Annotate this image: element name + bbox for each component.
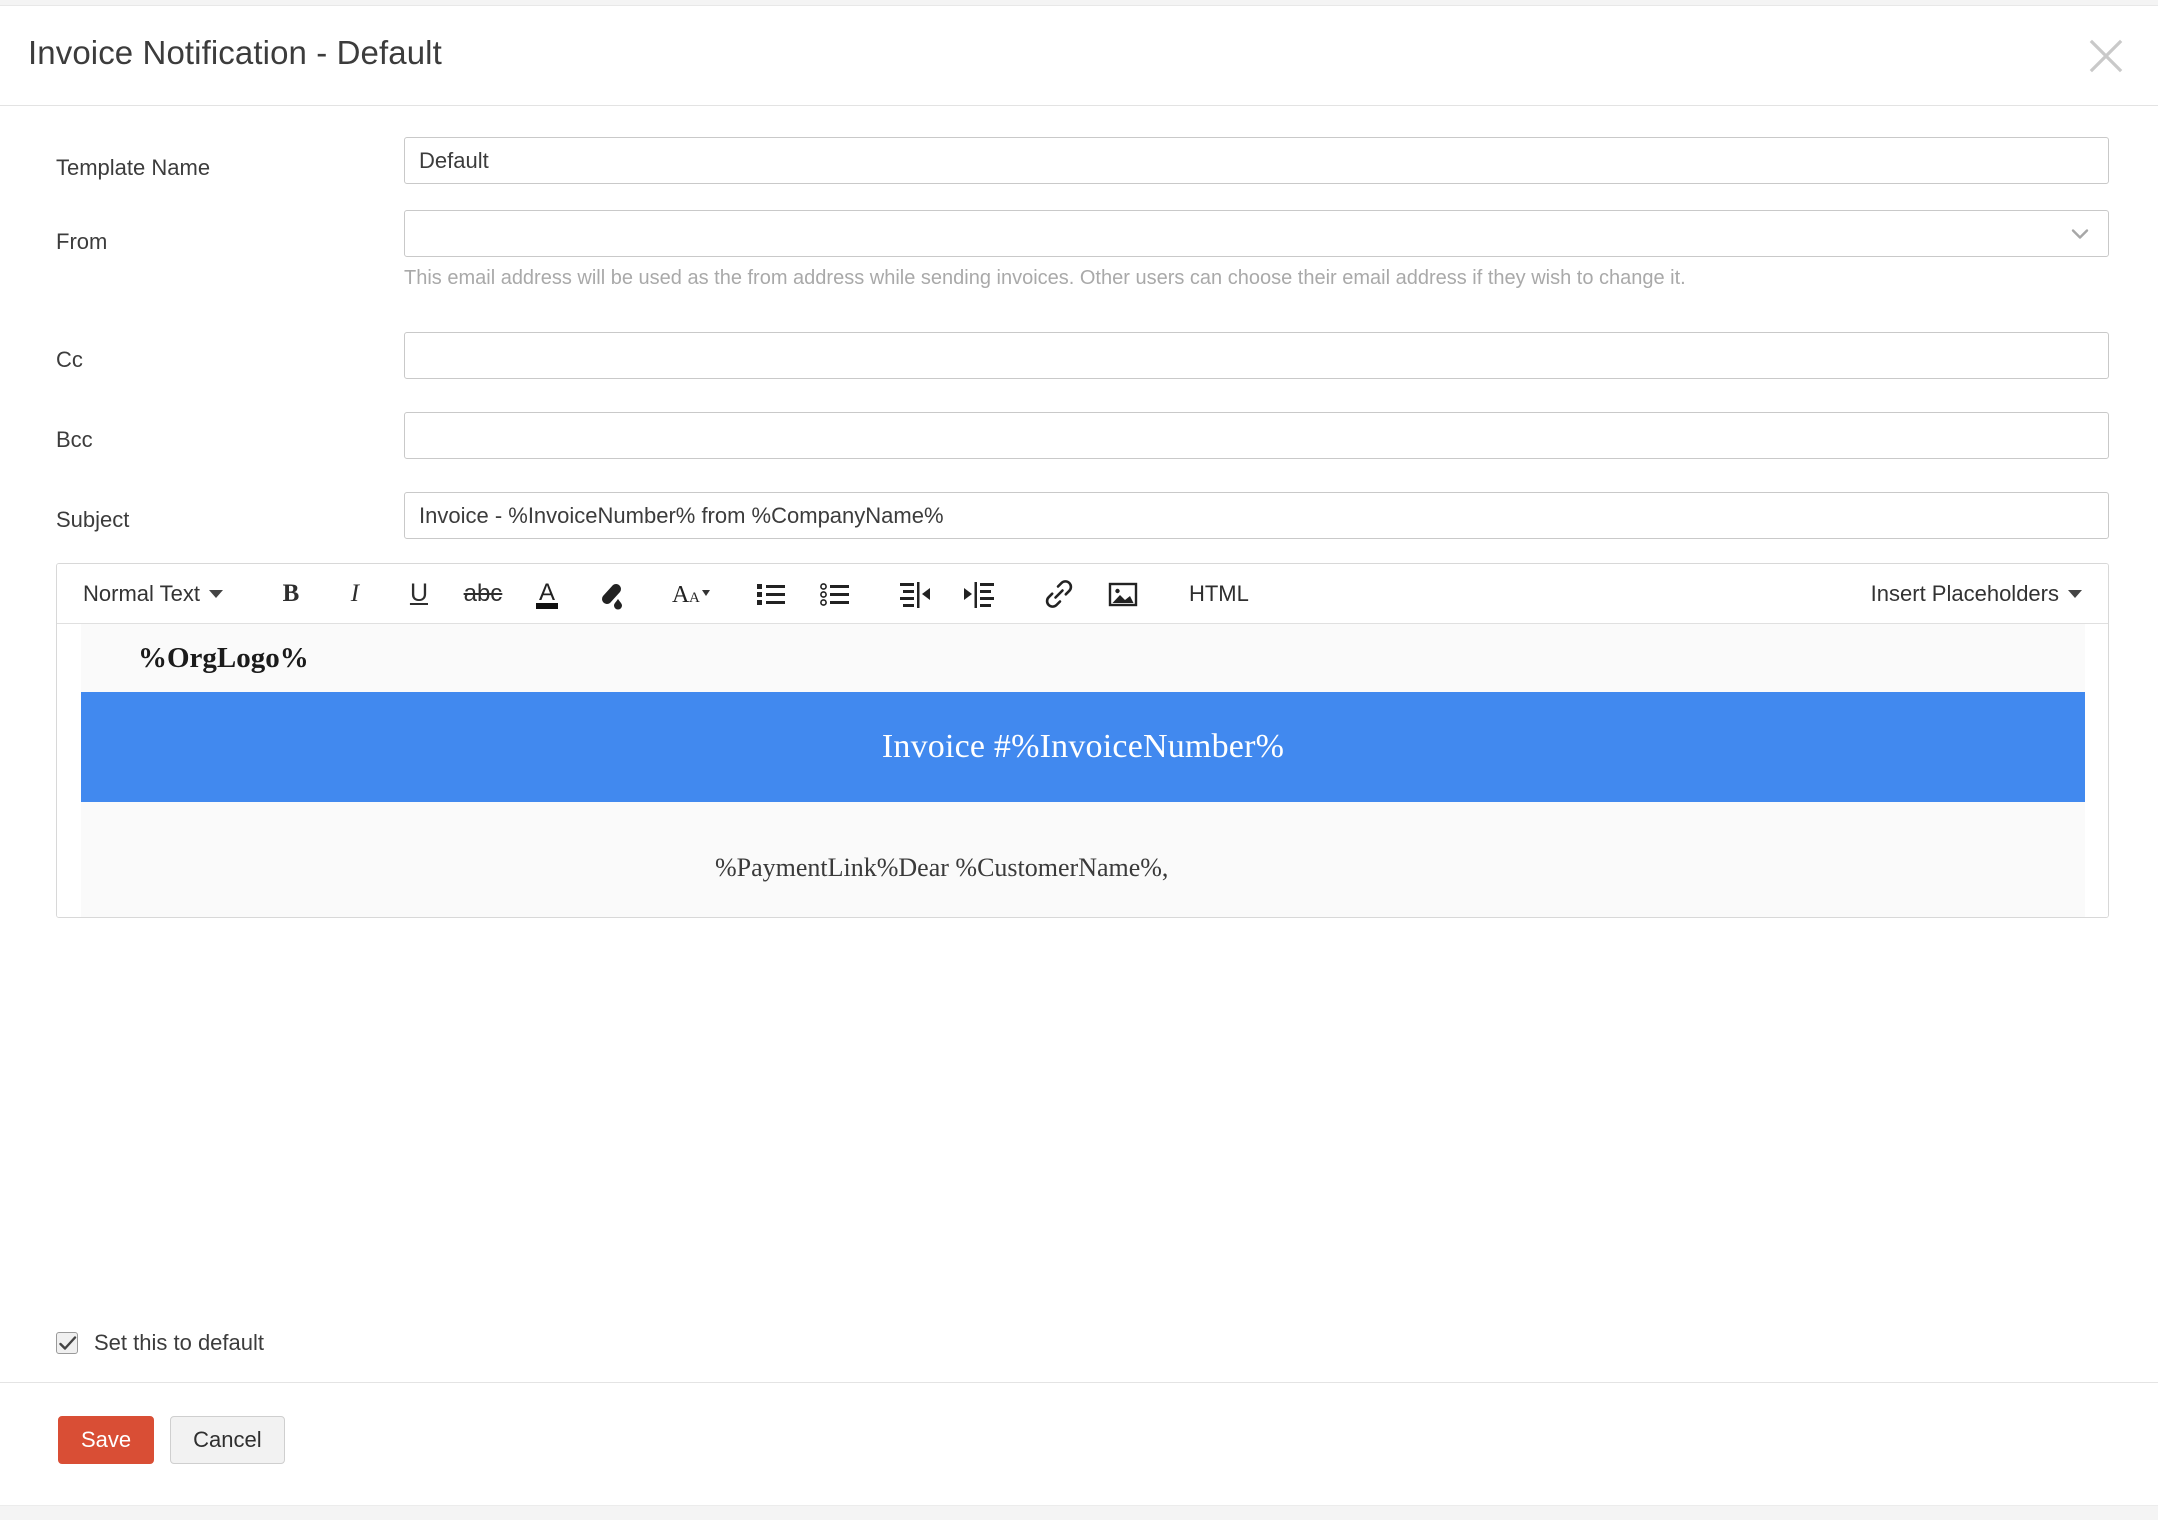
cc-label: Cc (56, 347, 83, 372)
rich-text-editor: Normal Text B I U abc A A A HTML Insert … (56, 563, 2109, 918)
set-default-label[interactable]: Set this to default (94, 1330, 264, 1356)
org-logo-placeholder: %OrgLogo% (138, 641, 309, 674)
strikethrough-button[interactable]: abc (457, 571, 509, 617)
insert-placeholders-dropdown[interactable]: Insert Placeholders (1871, 564, 2082, 624)
email-greeting: %PaymentLink%Dear %CustomerName%, (715, 853, 1169, 882)
dialog-header: Invoice Notification - Default (0, 6, 2158, 106)
dialog-actions: Save Cancel (58, 1416, 285, 1464)
html-source-button[interactable]: HTML (1179, 571, 1259, 617)
svg-text:A: A (689, 590, 700, 606)
svg-text:A: A (672, 582, 690, 608)
outdent-icon[interactable] (889, 571, 941, 617)
footer-divider (0, 1382, 2158, 1383)
indent-icon[interactable] (953, 571, 1005, 617)
field-row-from: From This email address will be used as … (0, 179, 2158, 309)
template-name-input[interactable] (404, 137, 2109, 184)
svg-text:A: A (539, 579, 555, 606)
field-row-template-name: Template Name (0, 107, 2158, 184)
window-bottom-strip (0, 1505, 2158, 1520)
bcc-label: Bcc (56, 427, 93, 452)
email-logo-band: %OrgLogo% (81, 624, 2085, 692)
bold-button[interactable]: B (265, 571, 317, 617)
highlight-color-icon[interactable] (585, 571, 637, 617)
cancel-button[interactable]: Cancel (170, 1416, 285, 1464)
italic-button[interactable]: I (329, 571, 381, 617)
field-row-cc: Cc (0, 309, 2158, 389)
email-banner-title: Invoice #%InvoiceNumber% (881, 728, 1285, 765)
insert-image-icon[interactable] (1097, 571, 1149, 617)
underline-button[interactable]: U (393, 571, 445, 617)
font-size-icon[interactable]: A A (665, 571, 717, 617)
from-select[interactable] (404, 210, 2109, 257)
text-style-dropdown[interactable]: Normal Text (83, 571, 229, 617)
cc-input[interactable] (404, 332, 2109, 379)
field-row-bcc: Bcc (0, 389, 2158, 469)
chevron-down-icon (2068, 590, 2082, 598)
chevron-down-icon (208, 589, 223, 598)
from-help-text: This email address will be used as the f… (404, 267, 1686, 289)
email-template-dialog: Invoice Notification - Default Template … (0, 0, 2158, 1520)
set-default-checkbox[interactable] (56, 1332, 78, 1354)
text-style-label: Normal Text (83, 580, 200, 606)
from-input[interactable] (404, 210, 2109, 257)
subject-label: Subject (56, 507, 130, 532)
close-icon[interactable] (2078, 28, 2134, 84)
bullet-list-icon[interactable] (745, 571, 797, 617)
email-banner: Invoice #%InvoiceNumber% (81, 692, 2085, 802)
from-label: From (56, 229, 108, 254)
template-name-label: Template Name (56, 155, 211, 180)
set-default-row: Set this to default (56, 1330, 264, 1356)
subject-input[interactable] (404, 492, 2109, 539)
insert-placeholders-label: Insert Placeholders (1870, 581, 2059, 606)
email-preview: %OrgLogo% Invoice #%InvoiceNumber% %Paym… (81, 624, 2085, 917)
bcc-input[interactable] (404, 412, 2109, 459)
numbered-list-icon[interactable] (809, 571, 861, 617)
page-title: Invoice Notification - Default (28, 34, 442, 71)
font-color-icon[interactable]: A (521, 571, 573, 617)
link-icon[interactable] (1033, 571, 1085, 617)
field-row-subject: Subject (0, 469, 2158, 549)
editor-content-area[interactable]: %OrgLogo% Invoice #%InvoiceNumber% %Paym… (57, 624, 2108, 917)
editor-toolbar: Normal Text B I U abc A A A HTML Insert … (57, 564, 2108, 624)
email-body: %PaymentLink%Dear %CustomerName%, Thank … (81, 802, 2085, 917)
save-button[interactable]: Save (58, 1416, 155, 1464)
